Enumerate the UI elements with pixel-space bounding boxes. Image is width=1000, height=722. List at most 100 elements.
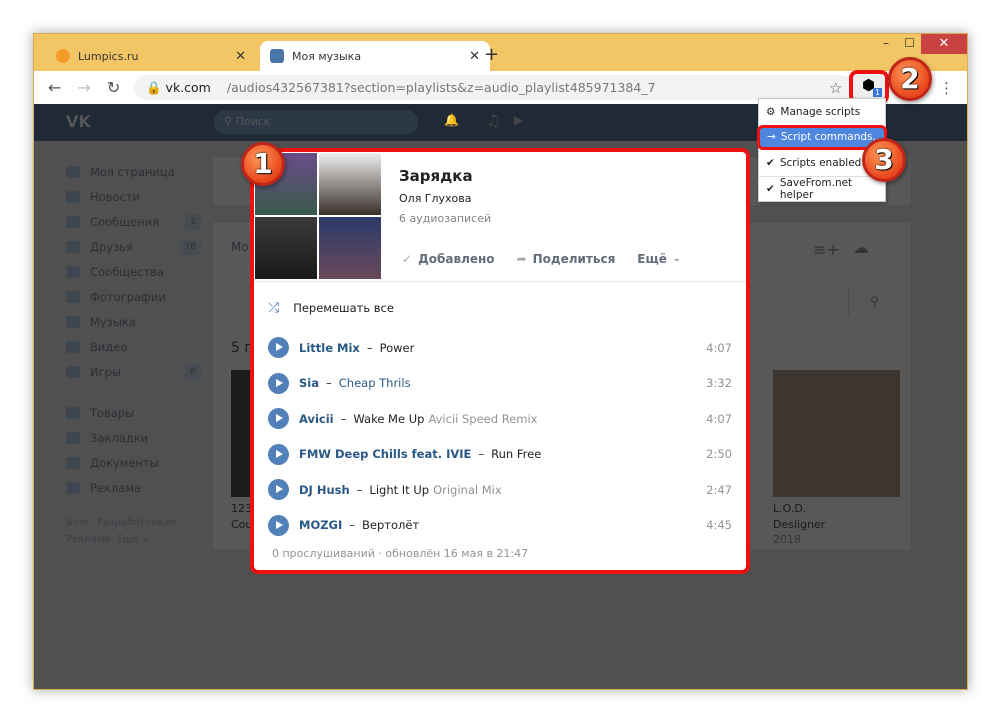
playlist-modal: Зарядка Оля Глухова 6 аудиозаписей ✓ Доба… — [250, 148, 750, 574]
play-icon[interactable] — [268, 479, 289, 501]
close-tab-icon[interactable]: ✕ — [469, 49, 480, 64]
track-artist[interactable]: Avicii — [299, 412, 334, 426]
separator: – — [326, 376, 332, 391]
album-title[interactable]: 123 — [231, 502, 252, 515]
sidebar-item[interactable]: Музыка — [66, 309, 201, 334]
sidebar-item[interactable]: Сообщения 2 — [66, 209, 201, 234]
album-title[interactable]: L.O.D. — [773, 502, 806, 515]
label: Документы — [90, 455, 159, 470]
label: Моя страница — [90, 164, 175, 179]
music-icon[interactable]: ♫ — [486, 111, 500, 130]
sidebar-item[interactable]: Игры 6 — [66, 359, 201, 384]
add-playlist-icon[interactable]: ≡+ — [813, 240, 840, 259]
play-icon[interactable] — [268, 443, 289, 465]
tab-lumpics[interactable]: Lumpics.ru ✕ — [46, 41, 256, 71]
added-button[interactable]: ✓ Добавлено — [402, 252, 495, 266]
shuffle-all-button[interactable]: ⤮ Перемешать все — [268, 300, 394, 316]
sidebar-item[interactable]: Друзья 18 — [66, 234, 201, 259]
new-tab-button[interactable]: + — [484, 44, 499, 65]
chevron-down-icon: ⌄ — [672, 254, 681, 264]
footer-link[interactable]: Разработчикам — [97, 517, 177, 528]
back-icon[interactable]: ← — [48, 78, 61, 97]
footer-link[interactable]: Блог — [66, 517, 91, 528]
track-artist[interactable]: Little Mix — [299, 341, 360, 355]
track-row[interactable]: Sia – Cheap Thrils 3:32 — [268, 366, 732, 402]
player-icon[interactable]: ▶ — [514, 113, 523, 127]
play-icon[interactable] — [268, 372, 289, 394]
tab-my-music[interactable]: Моя музыка ✕ — [260, 41, 490, 71]
play-icon[interactable] — [268, 408, 289, 430]
track-row[interactable]: MOZGI – Вертолёт 4:45 — [268, 508, 732, 544]
track-artist[interactable]: MOZGI — [299, 518, 342, 532]
label: Товары — [90, 405, 135, 420]
separator: – — [478, 447, 485, 462]
sidebar-item[interactable]: Видео — [66, 334, 201, 359]
track-row[interactable]: DJ Hush – Light It Up Original Mix 2:47 — [268, 472, 732, 508]
track-row[interactable]: FMW Deep Chills feat. IVIE – Run Free 2:50 — [268, 437, 732, 473]
bell-icon[interactable]: 🔔 — [444, 113, 459, 127]
close-window-button[interactable]: ✕ — [921, 34, 967, 54]
sidebar-item[interactable]: Моя страница — [66, 159, 201, 184]
track-row[interactable]: Avicii – Wake Me Up Avicii Speed Remix 4:07 — [268, 401, 732, 437]
track-artist[interactable]: DJ Hush — [299, 483, 350, 497]
close-tab-icon[interactable]: ✕ — [235, 49, 246, 64]
separator: – — [340, 411, 347, 426]
count-badge: 18 — [179, 238, 201, 255]
label: Перемешать все — [293, 301, 394, 315]
label: Видео — [90, 339, 128, 354]
search-input[interactable]: ⚲ Поиск — [214, 110, 418, 134]
sidebar-item[interactable]: Сообщества — [66, 259, 201, 284]
reload-icon[interactable]: ↻ — [107, 78, 120, 97]
bookmark-star-icon[interactable]: ☆ — [829, 79, 842, 97]
track-duration: 4:45 — [706, 518, 732, 533]
more-button[interactable]: Ещё ⌄ — [637, 252, 680, 266]
check-icon: ✓ — [402, 252, 413, 266]
label: Script commands... — [780, 131, 883, 144]
sidebar-item[interactable]: Новости — [66, 184, 201, 209]
label: Фотографии — [90, 289, 166, 304]
play-icon[interactable] — [268, 337, 289, 359]
address-bar[interactable]: 🔒 vk.com/audios432567381?section=playlis… — [134, 75, 854, 100]
track-artist[interactable]: FMW Deep Chills feat. IVIE — [299, 447, 471, 461]
browser-menu-icon[interactable]: ⋮ — [939, 79, 954, 97]
upload-cloud-icon[interactable]: ☁ — [853, 238, 869, 257]
step-badge-1: 1 — [241, 142, 285, 186]
track-title: Wake Me Up — [353, 411, 425, 426]
sidebar-item[interactable]: Документы — [66, 450, 201, 475]
label: Реклама — [90, 480, 142, 495]
lumpics-favicon-icon — [56, 49, 70, 63]
menu-item-manage-scripts[interactable]: ⚙ Manage scripts — [759, 99, 885, 125]
footer-link[interactable]: Ещё ⌄ — [117, 534, 150, 545]
check-icon: ✔ — [766, 156, 775, 169]
play-icon[interactable] — [268, 514, 289, 536]
album-artist[interactable]: Desiigner — [773, 518, 825, 531]
playlist-title: Зарядка — [399, 167, 473, 185]
track-row[interactable]: Little Mix – Power 4:07 — [268, 330, 732, 366]
track-duration: 2:47 — [706, 482, 732, 497]
sidebar-item[interactable]: Закладки — [66, 425, 201, 450]
footer-link[interactable]: Реклама — [66, 534, 110, 545]
track-title[interactable]: Cheap Thrils — [339, 376, 411, 390]
tab-title: Моя музыка — [292, 49, 362, 63]
playlist-owner[interactable]: Оля Глухова — [399, 192, 472, 205]
album-cover[interactable] — [773, 370, 900, 497]
track-duration: 4:07 — [706, 340, 732, 355]
vk-logo[interactable]: VK — [66, 112, 91, 131]
separator: – — [356, 482, 363, 497]
label: Добавлено — [418, 252, 495, 266]
search-button[interactable]: ⚲ — [848, 286, 900, 316]
track-duration: 3:32 — [706, 376, 732, 391]
minimize-button[interactable]: – — [883, 36, 889, 50]
sidebar: Моя страница Новости Сообщения 2 Друзья 18… — [66, 159, 201, 548]
sidebar-item[interactable]: Товары — [66, 400, 201, 425]
menu-item-savefrom[interactable]: ✔ SaveFrom.net helper — [759, 175, 885, 202]
sidebar-item[interactable]: Фотографии — [66, 284, 201, 309]
tab-label[interactable]: Мо — [231, 240, 249, 254]
forward-icon[interactable]: → — [77, 78, 90, 97]
track-artist[interactable]: Sia — [299, 376, 319, 390]
track-title: Light It Up — [369, 482, 430, 497]
track-title: Power — [379, 340, 415, 355]
maximize-button[interactable]: ☐ — [904, 36, 915, 50]
sidebar-item[interactable]: Реклама — [66, 475, 201, 500]
share-button[interactable]: ➦ Поделиться — [517, 252, 616, 266]
